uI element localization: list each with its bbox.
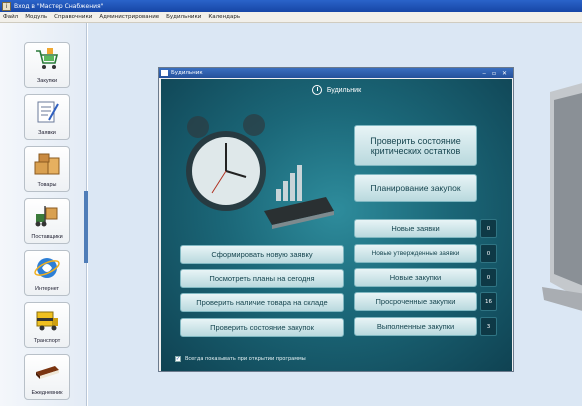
always-show-option: ✓ Всегда показывать при открытии програм… xyxy=(175,356,306,362)
menu-bar: Файл Модуль Справочники Администрировани… xyxy=(0,12,582,23)
always-show-checkbox[interactable]: ✓ xyxy=(175,356,181,362)
clock-icon xyxy=(311,85,322,95)
completed-purchases-count: 3 xyxy=(480,317,497,336)
boxes-icon xyxy=(34,153,60,175)
menu-administration[interactable]: Администрирование xyxy=(99,14,159,20)
view-plans-button[interactable]: Посмотреть планы на сегодня xyxy=(180,269,344,288)
menu-calendar[interactable]: Календарь xyxy=(208,14,240,20)
dialog-header-title: Будильник xyxy=(326,86,362,94)
check-critical-stock-button[interactable]: Проверить состояние критических остатков xyxy=(354,125,477,166)
sidebar-item-purchases[interactable]: Закупки xyxy=(24,42,70,88)
internet-icon xyxy=(34,258,60,278)
window-icon xyxy=(161,70,168,76)
new-purchases-button[interactable]: Новые закупки xyxy=(354,268,477,287)
overdue-purchases-button[interactable]: Просроченные закупки xyxy=(354,292,477,311)
overdue-purchases-count: 16 xyxy=(480,292,497,311)
create-request-button[interactable]: Сформировать новую заявку xyxy=(180,245,344,264)
check-purchases-button[interactable]: Проверить состояние закупок xyxy=(180,318,344,337)
app-title-bar: і Вход в "Мастер Снабжения" xyxy=(0,0,582,12)
sidebar-item-label: Закупки xyxy=(36,78,58,84)
forklift-icon xyxy=(35,206,58,227)
diary-icon xyxy=(36,366,59,379)
sidebar: Закупки Заявки Товары Поставщики Интерне… xyxy=(0,23,88,406)
new-purchases-count: 0 xyxy=(480,268,497,287)
sidebar-item-suppliers[interactable]: Поставщики xyxy=(24,198,70,244)
completed-purchases-button[interactable]: Выполненные закупки xyxy=(354,317,477,336)
dialog-title-bar[interactable]: Будильник ‒ ▫ ✕ xyxy=(159,68,513,78)
monitor-image xyxy=(542,83,582,311)
cart-icon xyxy=(36,48,59,69)
sidebar-item-transport[interactable]: Транспорт xyxy=(24,302,70,348)
sidebar-item-diary[interactable]: Ежедневник xyxy=(24,354,70,400)
dialog-header: Будильник xyxy=(161,79,512,101)
menu-references[interactable]: Справочники xyxy=(54,14,92,20)
notepad-icon xyxy=(37,101,59,123)
new-requests-button[interactable]: Новые заявки xyxy=(354,219,477,238)
window-controls[interactable]: ‒ ▫ ✕ xyxy=(482,70,509,77)
menu-file[interactable]: Файл xyxy=(3,14,18,20)
dialog-title: Будильник xyxy=(171,70,203,76)
truck-icon xyxy=(36,311,58,331)
menu-module[interactable]: Модуль xyxy=(25,14,47,20)
new-approved-requests-count: 0 xyxy=(480,244,497,263)
always-show-label: Всегда показывать при открытии программы xyxy=(185,356,306,362)
app-logo-icon: і xyxy=(2,1,11,11)
sidebar-item-label: Поставщики xyxy=(31,234,63,240)
sidebar-item-goods[interactable]: Товары xyxy=(24,146,70,192)
sidebar-item-label: Интернет xyxy=(35,286,59,292)
sidebar-item-requests[interactable]: Заявки xyxy=(24,94,70,140)
alarm-dialog: Будильник ‒ ▫ ✕ Будильник Сформировать н… xyxy=(158,67,514,372)
alarm-clock-illustration xyxy=(186,114,334,229)
check-stock-button[interactable]: Проверить наличие товара на складе xyxy=(180,293,344,312)
sidebar-item-label: Товары xyxy=(37,182,57,188)
sidebar-item-label: Заявки xyxy=(38,130,56,136)
sidebar-item-label: Транспорт xyxy=(33,338,61,344)
sidebar-item-label: Ежедневник xyxy=(31,390,63,396)
sidebar-item-internet[interactable]: Интернет xyxy=(24,250,70,296)
new-requests-count: 0 xyxy=(480,219,497,238)
new-approved-requests-button[interactable]: Новые утвержденные заявки xyxy=(354,244,477,263)
dialog-body: Будильник Сформировать новую заявку Посм… xyxy=(161,79,512,371)
app-title: Вход в "Мастер Снабжения" xyxy=(14,2,104,10)
menu-alarms[interactable]: Будильники xyxy=(166,14,201,20)
plan-purchases-button[interactable]: Планирование закупок xyxy=(354,174,477,202)
